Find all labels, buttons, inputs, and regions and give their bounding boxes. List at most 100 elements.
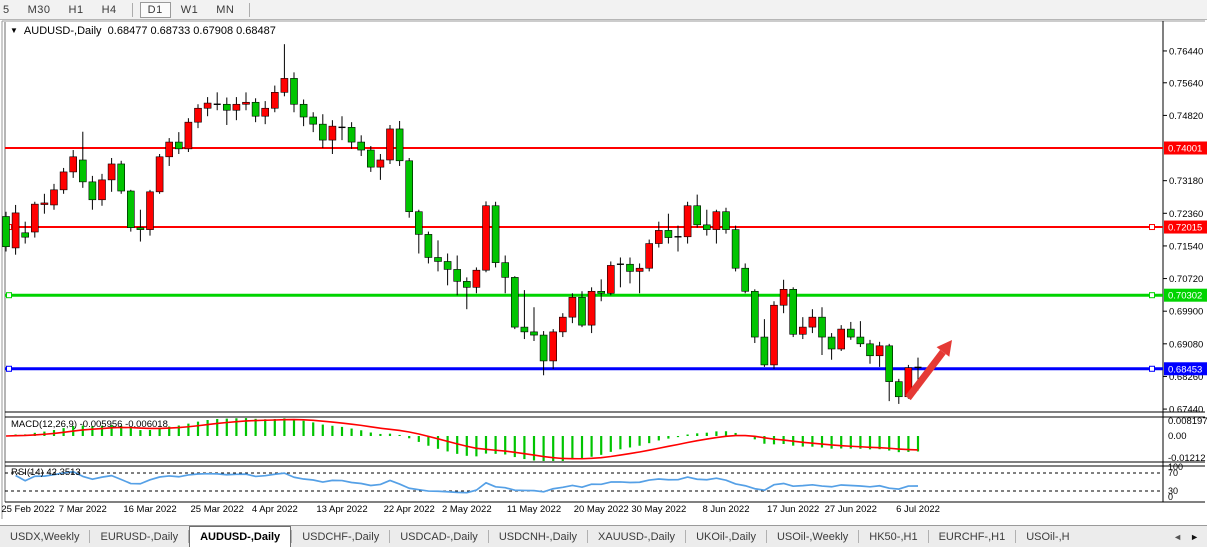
candle-body-bear bbox=[367, 150, 374, 167]
line-handle[interactable] bbox=[1150, 293, 1155, 298]
date-axis-label: 22 Apr 2022 bbox=[384, 504, 435, 515]
candle-body-bear bbox=[761, 337, 768, 365]
candle-body-bull bbox=[377, 160, 384, 167]
candle-body-bear bbox=[415, 212, 422, 235]
candle-body-bear bbox=[703, 225, 710, 230]
candle-body-bear bbox=[118, 164, 125, 191]
candle-body-bull bbox=[550, 332, 557, 361]
price-axis-label: 0.73180 bbox=[1169, 176, 1203, 187]
candle-body-bull bbox=[473, 270, 480, 287]
price-badge-text: 0.70302 bbox=[1168, 291, 1202, 302]
candle-body-bear bbox=[348, 127, 355, 142]
chart-symbol-label: AUDUSD-,Daily bbox=[24, 25, 102, 37]
candle-body-bear bbox=[358, 142, 365, 150]
candle-body-bull bbox=[60, 172, 67, 190]
symbol-tab-usoil-weekly[interactable]: USOil-,Weekly bbox=[767, 526, 858, 547]
symbol-tab-usdchf-daily[interactable]: USDCHF-,Daily bbox=[292, 526, 389, 547]
candle-body-bull bbox=[51, 190, 58, 205]
timeframe-button-H4[interactable]: H4 bbox=[94, 2, 125, 18]
date-axis-label: 6 Jul 2022 bbox=[896, 504, 940, 515]
price-axis-label: 0.69900 bbox=[1169, 307, 1203, 318]
symbol-tab-bar: USDX,WeeklyEURUSD-,DailyAUDUSD-,DailyUSD… bbox=[0, 525, 1207, 547]
candle-body-bear bbox=[22, 233, 29, 237]
chart-window: 0.764400.756400.748200.731800.723600.715… bbox=[0, 20, 1207, 525]
date-axis-label: 25 Mar 2022 bbox=[191, 504, 244, 515]
symbol-tab-eurusd-daily[interactable]: EURUSD-,Daily bbox=[90, 526, 188, 547]
symbol-tab-ukoil-daily[interactable]: UKOil-,Daily bbox=[686, 526, 766, 547]
timeframe-button-5[interactable]: 5 bbox=[1, 2, 18, 18]
candle-body-bear bbox=[223, 104, 230, 110]
candle-body-bear bbox=[579, 297, 586, 325]
symbol-tab-eurchf-h1[interactable]: EURCHF-,H1 bbox=[929, 526, 1016, 547]
symbol-tab-xauusd-daily[interactable]: XAUUSD-,Daily bbox=[588, 526, 685, 547]
symbol-tab-usdx-weekly[interactable]: USDX,Weekly bbox=[0, 526, 89, 547]
candle-body-bear bbox=[751, 291, 758, 337]
candle-body-bear bbox=[828, 337, 835, 349]
candle-body-bear bbox=[319, 124, 326, 140]
rsi-axis-label-70: 70 bbox=[1168, 468, 1178, 478]
candle-body-bull bbox=[876, 346, 883, 356]
tab-scroll-left-icon[interactable]: ◄ bbox=[1169, 532, 1186, 542]
symbol-tab-audusd-daily[interactable]: AUDUSD-,Daily bbox=[189, 526, 291, 547]
candle-body-bear bbox=[310, 117, 317, 124]
date-axis-label: 16 Mar 2022 bbox=[123, 504, 176, 515]
timeframe-button-MN[interactable]: MN bbox=[208, 2, 242, 18]
line-handle[interactable] bbox=[7, 366, 12, 371]
tab-scroll-right-icon[interactable]: ► bbox=[1186, 532, 1203, 542]
candle-body-bull bbox=[483, 206, 490, 270]
chart-title: ▼AUDUSD-,Daily 0.68477 0.68733 0.67908 0… bbox=[10, 25, 276, 37]
candle-body-bull bbox=[204, 103, 211, 108]
macd-axis-label: 0.008197 bbox=[1168, 416, 1207, 427]
timeframe-button-M30[interactable]: M30 bbox=[20, 2, 59, 18]
date-axis-label: 11 May 2022 bbox=[507, 504, 561, 515]
candle-body-bear bbox=[847, 329, 854, 337]
symbol-tab-usdcad-daily[interactable]: USDCAD-,Daily bbox=[390, 526, 488, 547]
symbol-tab-usdcnh-daily[interactable]: USDCNH-,Daily bbox=[489, 526, 587, 547]
candle-body-bull bbox=[281, 78, 288, 92]
macd-axis-label: 0.00 bbox=[1168, 431, 1187, 442]
candle-body-bear bbox=[723, 212, 730, 230]
candle-body-bear bbox=[502, 263, 509, 278]
candle-body-bull bbox=[329, 126, 336, 140]
line-handle[interactable] bbox=[7, 293, 12, 298]
timeframe-button-W1[interactable]: W1 bbox=[173, 2, 207, 18]
candle-body-bull bbox=[780, 289, 787, 305]
candle-body-bull bbox=[809, 317, 816, 327]
candle-body-bull bbox=[41, 203, 48, 205]
candle-body-bull bbox=[243, 102, 250, 104]
line-handle[interactable] bbox=[1150, 366, 1155, 371]
rsi-indicator-label: RSI(14) 42.3513 bbox=[11, 467, 81, 478]
rsi-value: 42.3513 bbox=[46, 467, 80, 478]
toolbar-separator bbox=[132, 3, 133, 17]
line-handle[interactable] bbox=[1150, 225, 1155, 230]
macd-indicator-label: MACD(12,26,9) -0.005956 -0.006018 bbox=[11, 419, 168, 430]
candle-body-bull bbox=[12, 213, 19, 248]
candle-body-bull bbox=[588, 291, 595, 325]
candle-body-bear bbox=[492, 206, 499, 263]
candle-body-bull bbox=[799, 327, 806, 334]
symbol-tab-hk50-h1[interactable]: HK50-,H1 bbox=[859, 526, 927, 547]
candle-body-bear bbox=[895, 382, 902, 397]
candle-body-bull bbox=[607, 265, 614, 293]
price-axis-label: 0.71540 bbox=[1169, 241, 1203, 252]
candle-body-bear bbox=[790, 289, 797, 334]
candle-body-bear bbox=[435, 257, 442, 261]
candle-body-bear bbox=[857, 337, 864, 344]
symbol-tab-usoil-h[interactable]: USOil-,H bbox=[1016, 526, 1079, 547]
candle-body-bull bbox=[569, 297, 576, 317]
date-axis-label: 30 May 2022 bbox=[631, 504, 686, 515]
timeframe-button-D1[interactable]: D1 bbox=[140, 2, 171, 18]
candle-body-bear bbox=[127, 191, 134, 228]
candle-body-bear bbox=[531, 332, 538, 335]
candle-body-bear bbox=[521, 327, 528, 332]
chart-canvas[interactable]: 0.764400.756400.748200.731800.723600.715… bbox=[0, 20, 1207, 525]
date-axis-label: 13 Apr 2022 bbox=[316, 504, 367, 515]
candle-body-bear bbox=[396, 129, 403, 161]
candle-body-bull bbox=[636, 268, 643, 271]
chart-dropdown-icon[interactable]: ▼ bbox=[10, 26, 18, 35]
candle-body-bear bbox=[867, 344, 874, 356]
timeframe-button-H1[interactable]: H1 bbox=[61, 2, 92, 18]
candle-body-bear bbox=[406, 161, 413, 212]
date-axis-label: 7 Mar 2022 bbox=[59, 504, 107, 515]
candle-body-bear bbox=[463, 281, 470, 287]
